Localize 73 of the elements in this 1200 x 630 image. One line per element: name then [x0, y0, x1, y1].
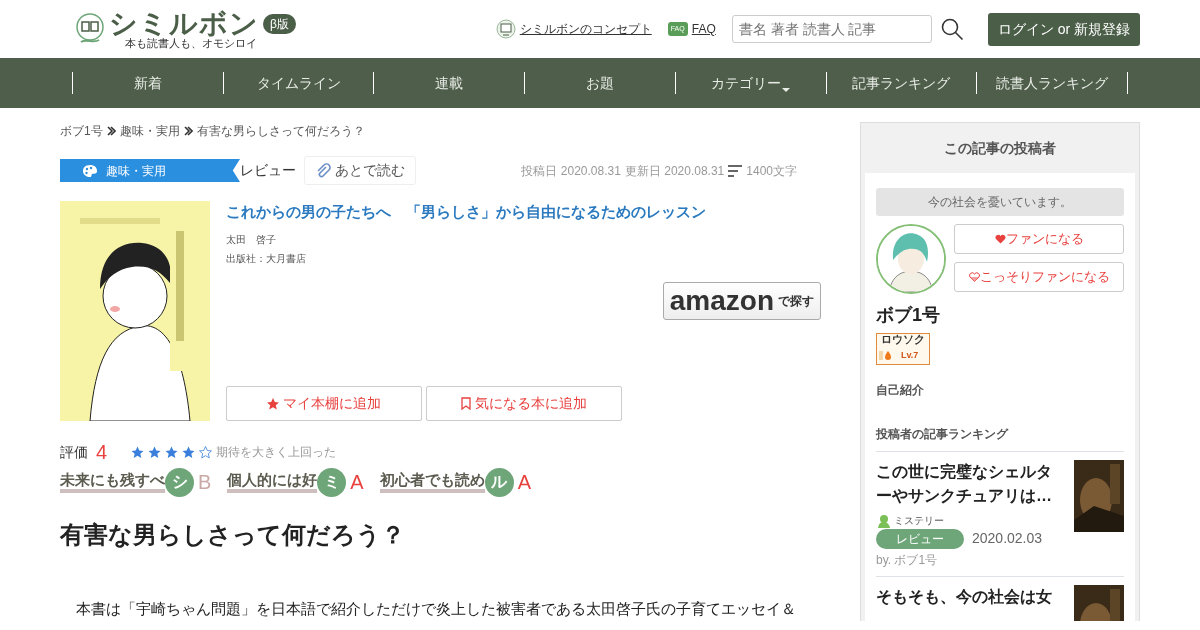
add-book-button[interactable]: 気になる本に追加 [426, 386, 622, 421]
ranking-category: ミステリー [894, 514, 944, 529]
nav-link[interactable]: 新着 [72, 72, 223, 94]
book-author: 太田 啓子 [226, 232, 277, 247]
beta-badge: β版 [263, 13, 296, 34]
figure-icon [876, 513, 890, 528]
category-tag[interactable]: 趣味・実用 [60, 159, 240, 182]
article-type: レビュー [240, 161, 296, 180]
article-heading: 有害な男らしさって何だろう？ [60, 521, 406, 550]
star-icon [267, 397, 279, 410]
nav-link[interactable]: 連載 [373, 72, 525, 94]
header-link[interactable]: シミルボンのコンセプト [519, 20, 652, 38]
posted-date: 投稿日 2020.08.31 [521, 162, 621, 180]
login-button[interactable]: ログイン or 新規登録 [987, 12, 1140, 46]
star-icon [148, 445, 162, 459]
nav-link[interactable]: タイムライン [222, 72, 374, 94]
criterion-badge: シ [165, 467, 194, 497]
criterion-badge: ミ [317, 467, 347, 497]
breadcrumb-link[interactable]: ボブ1号 [60, 122, 103, 140]
fan-button[interactable]: こっそりファンになる [954, 262, 1124, 292]
updated-date: 更新日 2020.08.31 [624, 162, 725, 180]
star-icon [182, 445, 196, 459]
star-icon [165, 445, 179, 459]
sidebar-title: この記事の投稿者 [943, 138, 1057, 158]
criterion-label: 未来にも残すべ [60, 471, 165, 493]
tagline: 本も読書人も、オモシロイ [124, 37, 258, 49]
breadcrumb-current: 有害な男らしさって何だろう？ [196, 123, 365, 140]
criterion-label: 初心者でも読め [379, 471, 485, 493]
logo-title[interactable]: シミルボン [109, 9, 259, 38]
monitor-icon [495, 19, 516, 39]
nav-link[interactable]: カテゴリー [674, 72, 826, 94]
breadcrumb-link[interactable]: 趣味・実用 [119, 122, 180, 140]
ranking-article-title[interactable]: そもそも、今の社会は女 [876, 584, 1066, 610]
article-body: 本書は「宇崎ちゃん問題」を日本語で紹介しただけで炎上した被害者である太田啓子氏の子育てエッセイ＆ [75, 598, 797, 619]
star-icon [199, 445, 213, 459]
criterion-grade: A [517, 470, 532, 495]
heart-icon [968, 272, 980, 282]
criterion-grade: B [198, 470, 212, 495]
double-chevron-icon [106, 126, 116, 136]
intro-label: 自己紹介 [876, 382, 925, 399]
double-chevron-icon [183, 126, 193, 136]
book-publisher: 出版社：大月書店 [226, 251, 307, 266]
text-lines-icon [728, 164, 743, 177]
ranking-date: 2020.02.03 [972, 529, 1043, 549]
header-link[interactable]: FAQ [691, 20, 716, 38]
palette-icon [82, 163, 98, 178]
fan-button[interactable]: ファンになる [954, 224, 1124, 254]
add-book-button[interactable]: マイ本棚に追加 [226, 386, 422, 421]
read-later-button[interactable]: あとで読む [304, 156, 416, 185]
character-count: 1400文字 [746, 162, 797, 180]
speech-bubble: 今の社会を憂いています。 [876, 188, 1124, 216]
user-name: ボブ1号 [876, 304, 941, 327]
nav-link[interactable]: お題 [524, 72, 675, 94]
rating-comment: 期待を大きく上回った [216, 444, 337, 461]
heart-icon [994, 234, 1006, 244]
rating-value: 4 [96, 440, 108, 465]
ranking-type-badge: レビュー [876, 528, 964, 549]
nav-link[interactable]: 読書人ランキング [976, 72, 1129, 94]
paperclip-icon [315, 162, 331, 179]
bookmark-icon [461, 397, 471, 410]
star-icon [131, 445, 145, 459]
nav-link[interactable]: 記事ランキング [825, 72, 977, 94]
ranking-author: by. ボブ1号 [876, 553, 939, 568]
book-title[interactable]: これからの男の子たちへ 「男らしさ」から自由になるためのレッスン [226, 201, 845, 224]
rating-label: 評価 [60, 442, 88, 462]
criterion-grade: A [350, 470, 364, 495]
criterion-badge: ル [484, 467, 514, 497]
ranking-label: 投稿者の記事ランキング [876, 424, 1124, 452]
ranking-article-title[interactable]: この世に完璧なシェルターやサンクチュアリは… [876, 459, 1066, 510]
criterion-label: 個人的には好 [227, 471, 318, 493]
level-badge: ロウソク Lv.7 [876, 333, 930, 365]
search-icon [939, 17, 964, 41]
search-field[interactable]: 書名 著者 読書人 記事 [731, 15, 932, 43]
